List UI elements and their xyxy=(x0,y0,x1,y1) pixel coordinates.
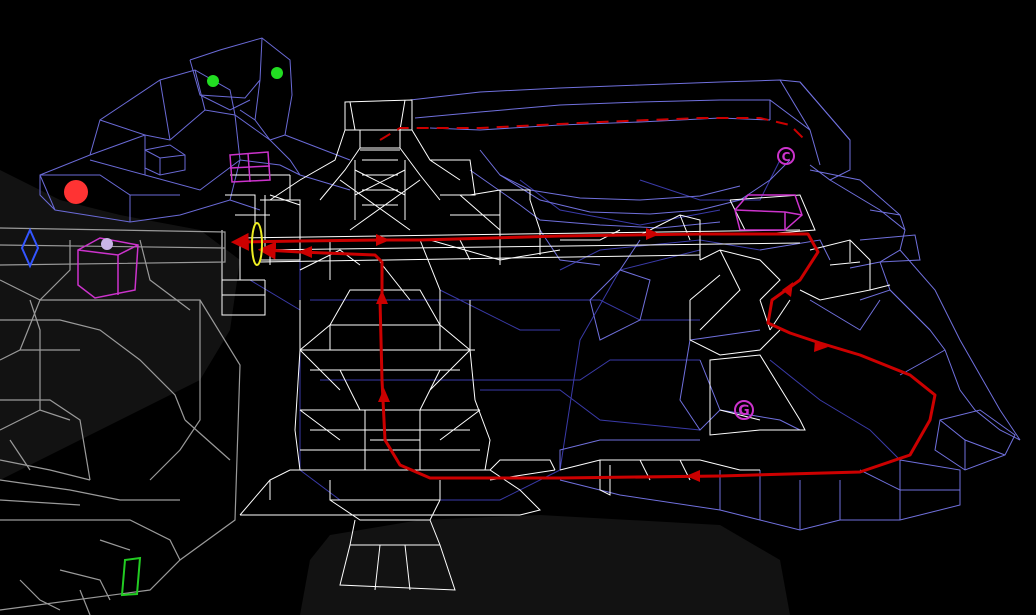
green-dot-2[interactable] xyxy=(271,67,283,79)
lavender-dot xyxy=(101,238,113,250)
goal-label: G xyxy=(738,403,750,419)
checkpoint-label: C xyxy=(782,150,791,164)
green-dot-1[interactable] xyxy=(207,75,219,87)
start-marker-red-dot[interactable] xyxy=(64,180,88,204)
game-viewport[interactable]: G C xyxy=(0,0,1036,615)
